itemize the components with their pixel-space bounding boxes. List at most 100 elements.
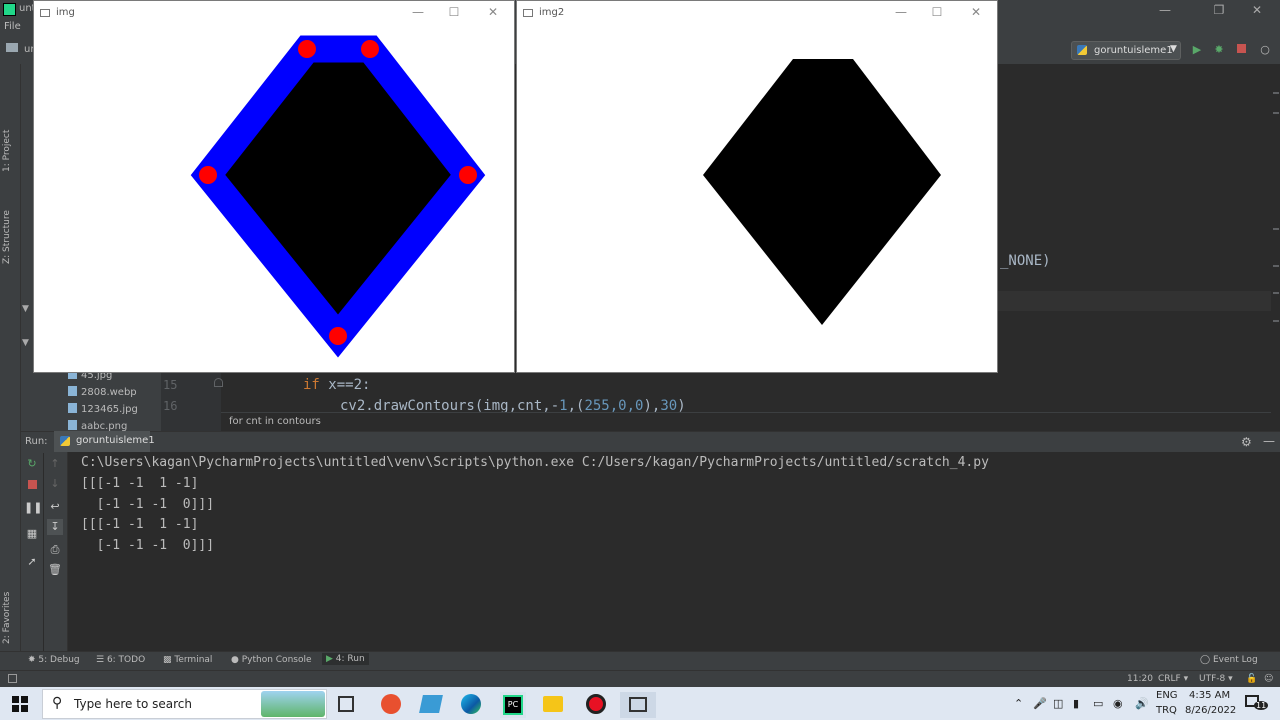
rerun-icon[interactable]: ↻	[24, 456, 40, 472]
volume-icon[interactable]: 🔊	[1135, 697, 1149, 710]
up-arrow-icon[interactable]: ↑	[47, 456, 63, 472]
tab-structure[interactable]: Z: Structure	[2, 210, 12, 264]
fold-icon[interactable]	[214, 378, 223, 387]
pycharm-taskbar-active[interactable]: PC	[500, 692, 526, 718]
tab-debug[interactable]: ✸ 5: Debug	[28, 655, 80, 665]
window-title: img	[56, 7, 75, 18]
maximize-icon[interactable]: ☐	[440, 5, 468, 19]
minimize-icon[interactable]: —	[404, 5, 432, 19]
breadcrumb[interactable]: for cnt in contours	[221, 412, 1271, 432]
opencv-taskbar-active[interactable]	[620, 692, 656, 718]
menu-file[interactable]: File	[4, 21, 21, 32]
tab-todo[interactable]: ☰ 6: TODO	[96, 655, 145, 665]
search-placeholder: Type here to search	[74, 697, 192, 711]
language-eng[interactable]: ENG	[1156, 690, 1178, 701]
img2-canvas	[703, 59, 941, 325]
scroll-marker	[1273, 92, 1279, 94]
tree-file-item[interactable]: aabc.png	[68, 420, 127, 431]
debug-icon[interactable]: ✸	[1212, 43, 1226, 57]
inspector-icon[interactable]: ☺	[1264, 674, 1273, 684]
image-file-icon	[68, 420, 77, 430]
hide-panel-icon[interactable]: —	[1263, 434, 1275, 448]
layout-toggle-icon[interactable]	[8, 674, 17, 683]
run-config-dropdown[interactable]: goruntuisleme1 ▼	[1071, 41, 1181, 60]
app-icon-explorer[interactable]	[419, 695, 443, 713]
status-bar: 11:20 CRLF ▾ UTF-8 ▾ 🔓 ☺	[0, 670, 1280, 688]
console-line: [-1 -1 -1 0]]]	[81, 538, 215, 553]
run-icon[interactable]: ▶	[1190, 43, 1204, 57]
opencv-window-img[interactable]: img — ☐ ✕	[33, 0, 515, 373]
taskbar-search[interactable]: ⚲ Type here to search	[42, 689, 327, 719]
contour-point	[361, 40, 379, 58]
close-icon[interactable]: ✕	[962, 5, 990, 19]
start-button[interactable]	[0, 687, 42, 720]
window-titlebar[interactable]: img — ☐ ✕	[34, 1, 514, 25]
layout-icon[interactable]: ▦	[24, 526, 40, 542]
lock-icon[interactable]: 🔓	[1246, 674, 1257, 684]
scroll-to-end-icon[interactable]: ↧	[47, 519, 63, 535]
contour-outline	[190, 35, 486, 358]
display-icon[interactable]: ▭	[1093, 697, 1103, 710]
clock-time[interactable]: 4:35 AM	[1189, 690, 1230, 701]
python-icon	[60, 436, 70, 446]
code-line-if: if x==2:	[303, 377, 371, 393]
steam-icon[interactable]: ◉	[1113, 697, 1123, 710]
gear-icon[interactable]: ⚙	[1241, 435, 1252, 449]
cursor-position[interactable]: 11:20	[1127, 674, 1153, 684]
tree-file-item[interactable]: 2808.webp	[68, 386, 137, 398]
pycharm-icon: PC	[503, 695, 523, 715]
clock-date[interactable]: 8/26/2022	[1185, 705, 1236, 716]
network-icon[interactable]: ◫	[1053, 697, 1063, 710]
window-icon	[629, 697, 647, 712]
soft-wrap-icon[interactable]: ↩	[47, 499, 63, 515]
close-icon[interactable]: ✕	[479, 5, 507, 19]
maximize-icon[interactable]: ☐	[923, 5, 951, 19]
opencv-window-img2[interactable]: img2 — ☐ ✕	[516, 0, 998, 373]
microphone-icon[interactable]: 🎤	[1033, 697, 1047, 710]
pause-icon[interactable]: ❚❚	[24, 500, 42, 516]
run-tab-label: goruntuisleme1	[76, 435, 155, 446]
tree-file-item[interactable]: 123465.jpg	[68, 403, 138, 415]
app-icon-paint[interactable]	[381, 694, 401, 714]
minimize-icon[interactable]: —	[1142, 2, 1188, 18]
chevron-up-icon[interactable]: ⌃	[1014, 697, 1023, 710]
console-output[interactable]	[68, 452, 1280, 651]
tab-terminal[interactable]: ▩ Terminal	[163, 655, 212, 665]
print-icon[interactable]: ⎙	[47, 542, 63, 558]
run-toolbar: ↻ ❚❚ ▦ ➚	[21, 452, 43, 651]
event-log[interactable]: ◯ Event Log	[1200, 655, 1258, 665]
stop-icon[interactable]	[24, 478, 40, 494]
task-view-icon[interactable]	[338, 696, 354, 712]
notifications-button[interactable]: 11	[1245, 694, 1269, 712]
window-titlebar[interactable]: img2 — ☐ ✕	[517, 1, 997, 25]
language-trq[interactable]: TRQ	[1156, 705, 1177, 716]
tab-project[interactable]: 1: Project	[2, 130, 12, 172]
file-encoding[interactable]: UTF-8 ▾	[1199, 674, 1233, 684]
stop-icon[interactable]	[1234, 43, 1248, 57]
chevron-down-icon: ▼	[1170, 44, 1177, 54]
minimize-icon[interactable]: —	[887, 5, 915, 19]
search-highlight-image	[261, 691, 325, 717]
record-icon[interactable]	[586, 694, 606, 714]
contour-point	[329, 327, 347, 345]
tab-python-console[interactable]: ● Python Console	[231, 655, 312, 665]
img-canvas	[190, 35, 486, 358]
battery-icon[interactable]: ▮	[1073, 697, 1079, 710]
search-everywhere-icon[interactable]: ○	[1258, 43, 1272, 57]
editor-scrollbar[interactable]	[1271, 64, 1280, 431]
tree-expand-icon[interactable]: ▼	[22, 338, 29, 348]
trash-icon[interactable]: 🗑	[47, 562, 63, 578]
folder-icon[interactable]	[543, 696, 563, 712]
code-fragment: _NONE)	[1000, 253, 1051, 269]
run-tab[interactable]: goruntuisleme1	[54, 431, 155, 452]
tab-run[interactable]: ▶ 4: Run	[322, 653, 369, 665]
close-icon[interactable]: ✕	[1234, 2, 1280, 18]
tree-expand-icon[interactable]: ▼	[22, 304, 29, 314]
image-file-icon	[68, 386, 77, 396]
contour-point	[199, 166, 217, 184]
edge-icon[interactable]	[461, 694, 481, 714]
tab-favorites[interactable]: 2: Favorites	[2, 592, 12, 644]
down-arrow-icon[interactable]: ↓	[47, 476, 63, 492]
line-separator[interactable]: CRLF ▾	[1158, 674, 1188, 684]
pin-icon[interactable]: ➚	[24, 554, 40, 570]
